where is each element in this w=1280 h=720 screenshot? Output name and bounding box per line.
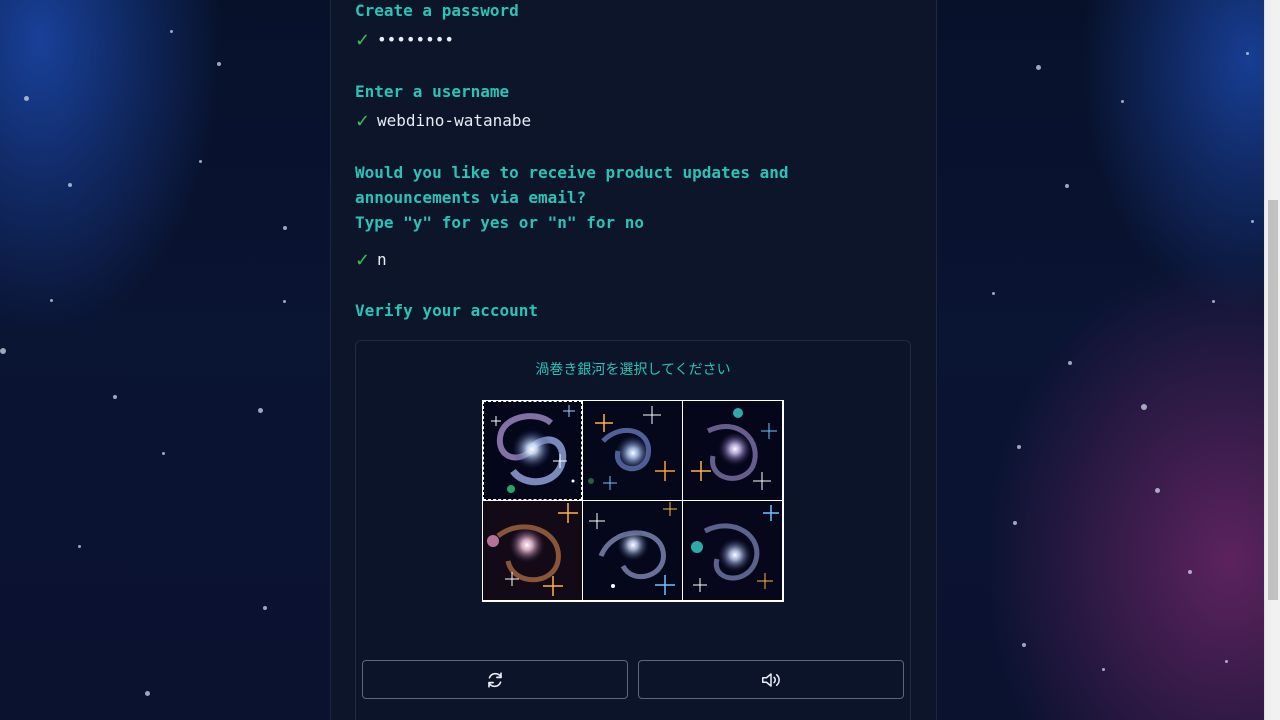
audio-captcha-button[interactable] xyxy=(638,660,904,699)
galaxy-image xyxy=(683,401,782,500)
captcha-tile-1[interactable] xyxy=(483,401,582,500)
updates-prompt-line-1: Would you like to receive product update… xyxy=(355,163,789,182)
captcha-tile-5[interactable] xyxy=(583,501,682,600)
captcha-tile-4[interactable] xyxy=(483,501,582,600)
checkmark-icon: ✓ xyxy=(355,29,371,51)
updates-answer-row: ✓ n xyxy=(355,249,387,271)
updates-prompt-line-2: announcements via email? xyxy=(355,188,587,207)
updates-value: n xyxy=(377,249,387,269)
password-answer-row: ✓ •••••••• xyxy=(355,29,455,51)
updates-prompt-line-3: Type "y" for yes or "n" for no xyxy=(355,213,644,232)
signup-terminal-panel: Create a password ✓ •••••••• Enter a use… xyxy=(330,0,937,720)
captcha-tile-6[interactable] xyxy=(683,501,782,600)
vertical-scrollbar[interactable] xyxy=(1264,0,1280,720)
checkmark-icon: ✓ xyxy=(355,110,371,132)
username-value: webdino-watanabe xyxy=(377,110,532,130)
galaxy-image xyxy=(583,401,682,500)
captcha-image-grid xyxy=(482,400,784,602)
refresh-captcha-button[interactable] xyxy=(362,660,628,699)
spiral-galaxy-image xyxy=(483,401,582,500)
username-answer-row: ✓ webdino-watanabe xyxy=(355,110,532,132)
galaxy-image xyxy=(683,501,782,600)
speaker-icon xyxy=(762,672,780,687)
captcha-instruction: 渦巻き銀河を選択してください xyxy=(535,362,731,378)
scrollbar-thumb[interactable] xyxy=(1268,200,1278,600)
galaxy-image xyxy=(483,501,582,600)
refresh-icon xyxy=(488,671,502,688)
checkmark-icon: ✓ xyxy=(355,249,371,271)
galaxy-image xyxy=(583,501,682,600)
password-prompt: Create a password xyxy=(355,1,519,20)
username-prompt: Enter a username xyxy=(355,82,510,101)
password-value: •••••••• xyxy=(377,29,455,49)
captcha-tile-2[interactable] xyxy=(583,401,682,500)
captcha-widget: 渦巻き銀河を選択してください xyxy=(355,340,911,720)
captcha-tile-3[interactable] xyxy=(683,401,782,500)
verify-prompt: Verify your account xyxy=(355,301,539,320)
